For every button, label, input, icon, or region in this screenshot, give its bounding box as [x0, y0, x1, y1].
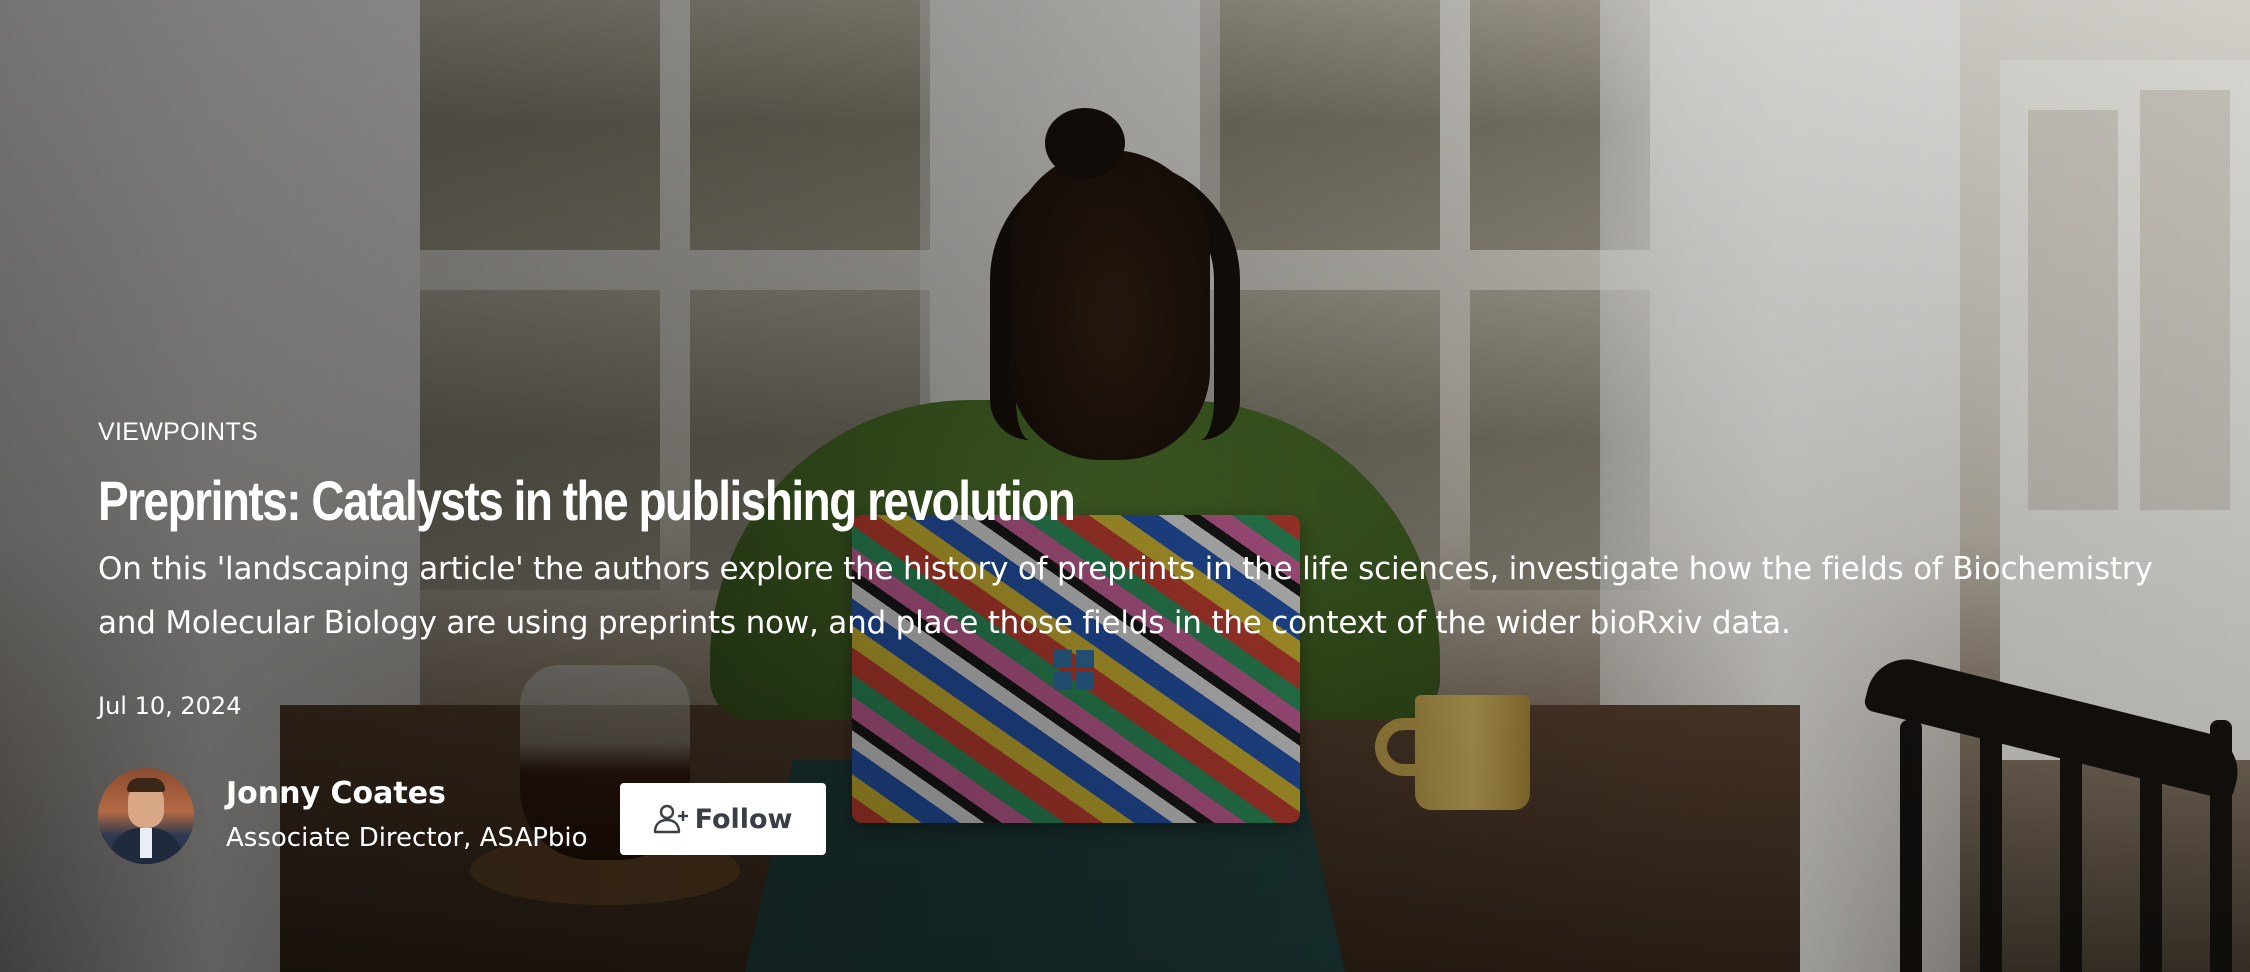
- category-label[interactable]: VIEWPOINTS: [98, 412, 2158, 452]
- follow-button-label: Follow: [694, 803, 793, 835]
- add-user-icon: [653, 804, 688, 834]
- author-avatar[interactable]: [98, 768, 194, 864]
- author-role: Associate Director, ASAPbio: [226, 823, 588, 853]
- author-name[interactable]: Jonny Coates: [226, 774, 588, 814]
- author-row: Jonny Coates Associate Director, ASAPbio…: [98, 768, 2158, 864]
- hero-content: VIEWPOINTS Preprints: Catalysts in the p…: [98, 412, 2158, 864]
- article-title[interactable]: Preprints: Catalysts in the publishing r…: [98, 466, 1787, 536]
- hero-banner: VIEWPOINTS Preprints: Catalysts in the p…: [0, 0, 2250, 972]
- author-meta: Jonny Coates Associate Director, ASAPbio: [226, 774, 588, 858]
- article-summary: On this 'landscaping article' the author…: [98, 551, 2153, 641]
- publish-date: Jul 10, 2024: [98, 692, 242, 720]
- follow-button[interactable]: Follow: [619, 783, 826, 855]
